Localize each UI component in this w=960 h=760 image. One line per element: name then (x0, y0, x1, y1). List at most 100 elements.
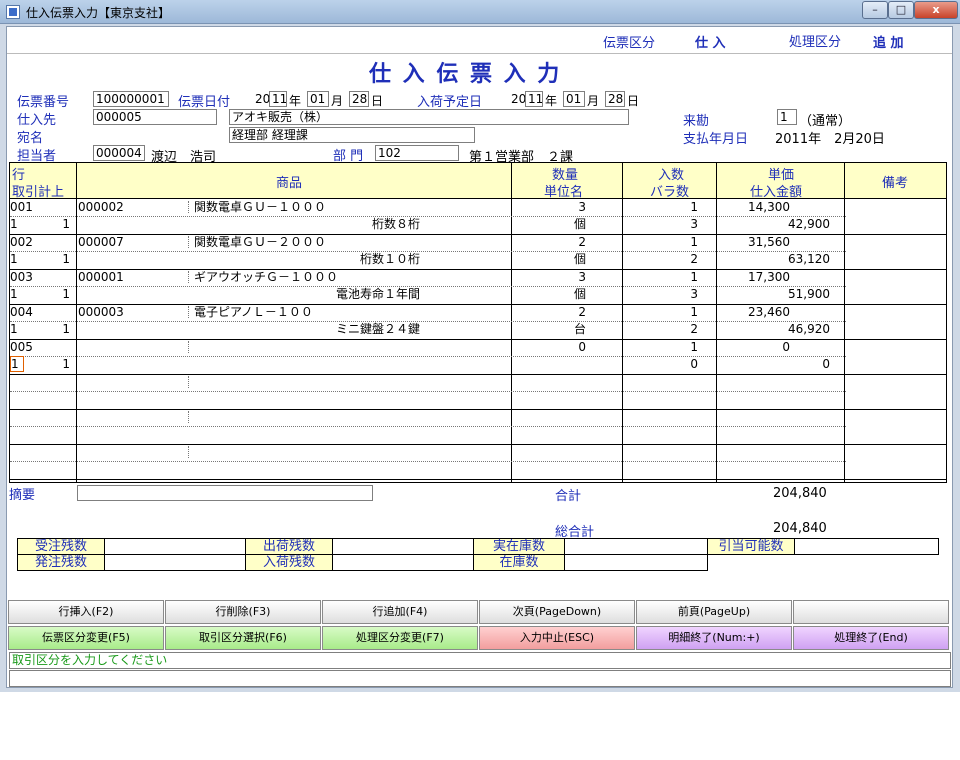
grid-quantity[interactable]: 2 (514, 304, 586, 320)
ship-remaining-value (332, 538, 474, 555)
grid-unit-price[interactable]: 14,300 (718, 199, 790, 215)
grid-item-name[interactable]: 関数電卓ＧＵ－１０００ (194, 199, 508, 215)
grid-row-divider (10, 479, 946, 480)
grid-purchase-amount[interactable]: 51,900 (718, 286, 830, 302)
grid-item-code[interactable]: 000001 (78, 269, 178, 285)
grid-loose-qty[interactable]: 2 (624, 321, 698, 337)
grid-quantity[interactable]: 0 (514, 339, 586, 355)
grid-item-code[interactable]: 000003 (78, 304, 178, 320)
grid-unit-name[interactable]: 個 (514, 286, 586, 302)
grid-pack-qty[interactable]: 1 (624, 234, 698, 250)
grid-unit-price[interactable]: 31,560 (718, 234, 790, 250)
grid-item-code[interactable]: 000002 (78, 199, 178, 215)
dept-code-field[interactable]: 102 (375, 145, 459, 161)
arrival-month-field[interactable]: 01 (563, 91, 585, 107)
end-process-button[interactable]: 処理終了(End) (793, 626, 949, 650)
grid-code-divider (188, 236, 189, 248)
grid-item-code[interactable]: 000007 (78, 234, 178, 250)
grid-transaction-code[interactable]: 1 (10, 286, 30, 302)
grid-purchase-amount[interactable]: 63,120 (718, 251, 830, 267)
grid-purchase-amount[interactable]: 0 (718, 356, 830, 372)
slip-date-year-field[interactable]: 11 (269, 91, 287, 107)
grid-loose-qty[interactable]: 0 (624, 356, 698, 372)
grid-header (10, 163, 946, 199)
grid-item-spec[interactable]: 桁数１０桁 (194, 251, 420, 267)
grid-pack-qty[interactable]: 1 (624, 304, 698, 320)
grid-loose-qty[interactable]: 3 (624, 286, 698, 302)
grid-posting-code[interactable]: 1 (50, 321, 70, 337)
grid-unit-name[interactable]: 個 (514, 216, 586, 232)
grid-transaction-code[interactable]: 1 (10, 251, 30, 267)
close-button[interactable]: x (914, 1, 958, 19)
grid-item-spec[interactable]: ミニ鍵盤２４鍵 (194, 321, 420, 337)
grid-unit-price[interactable]: 0 (718, 339, 790, 355)
grid-transaction-code[interactable]: 1 (10, 216, 30, 232)
grid-line-number[interactable]: 001 (10, 199, 70, 215)
maximize-button[interactable]: □ (888, 1, 914, 19)
grid-transaction-code[interactable]: 1 (10, 321, 30, 337)
supplier-code-field[interactable]: 000005 (93, 109, 217, 125)
grid-line-number[interactable]: 002 (10, 234, 70, 250)
grid-quantity[interactable]: 3 (514, 199, 586, 215)
actual-stock-label: 実在庫数 (473, 538, 565, 555)
memo-field[interactable] (77, 485, 373, 501)
col-item-header: 商品 (276, 176, 303, 191)
grid-line-number[interactable]: 005 (10, 339, 70, 355)
slip-date-month-field[interactable]: 01 (307, 91, 329, 107)
delete-row-button[interactable]: 行削除(F3) (165, 600, 321, 624)
grid-transaction-code[interactable]: 1 (10, 356, 24, 372)
prev-page-button[interactable]: 前頁(PageUp) (636, 600, 792, 624)
grid-posting-code[interactable]: 1 (50, 286, 70, 302)
stock-value (564, 554, 708, 571)
grid-subrow-divider (10, 391, 846, 392)
grid-pack-qty[interactable]: 1 (624, 199, 698, 215)
grid-line-number[interactable]: 003 (10, 269, 70, 285)
grid-posting-code[interactable]: 1 (50, 356, 70, 372)
slip-no-field[interactable]: 100000001 (93, 91, 169, 107)
grid-item-name[interactable]: 電子ピアノＬ－１００ (194, 304, 508, 320)
grid-posting-code[interactable]: 1 (50, 251, 70, 267)
grid-item-spec[interactable]: 電池寿命１年間 (194, 286, 420, 302)
attention-field[interactable]: 経理部 経理課 (229, 127, 475, 143)
grid-code-divider (188, 446, 189, 458)
grid-item-name[interactable]: ギアウオッチＧ－１０００ (194, 269, 508, 285)
change-process-type-button[interactable]: 処理区分変更(F7) (322, 626, 478, 650)
grid-code-divider (188, 271, 189, 283)
minimize-button[interactable]: – (862, 1, 888, 19)
insert-row-button[interactable]: 行挿入(F2) (8, 600, 164, 624)
grid-unit-price[interactable]: 17,300 (718, 269, 790, 285)
grid-purchase-amount[interactable]: 42,900 (718, 216, 830, 232)
add-row-button[interactable]: 行追加(F4) (322, 600, 478, 624)
grid-unit-price[interactable]: 23,460 (718, 304, 790, 320)
arrival-month-label: 月 (587, 94, 600, 108)
cancel-input-button[interactable]: 入力中止(ESC) (479, 626, 635, 650)
grid-pack-qty[interactable]: 1 (624, 339, 698, 355)
arrival-year-field[interactable]: 11 (525, 91, 543, 107)
grid-loose-qty[interactable]: 2 (624, 251, 698, 267)
visit-code-field[interactable]: 1 (777, 109, 797, 125)
grid-item-name[interactable]: 関数電卓ＧＵ－２０００ (194, 234, 508, 250)
supplier-name-field[interactable]: アオキ販売（株） (229, 109, 629, 125)
grid-quantity[interactable]: 3 (514, 269, 586, 285)
grid-loose-qty[interactable]: 3 (624, 216, 698, 232)
rep-code-field[interactable]: 000004 (93, 145, 145, 161)
grid-purchase-amount[interactable]: 46,920 (718, 321, 830, 337)
grid-posting-code[interactable]: 1 (50, 216, 70, 232)
end-detail-button[interactable]: 明細終了(Num:+) (636, 626, 792, 650)
grid-row-divider (10, 374, 946, 375)
grid-line-number[interactable]: 004 (10, 304, 70, 320)
title-bar[interactable]: 仕入伝票入力【東京支社】 – □ x (0, 0, 960, 24)
blank-function-button[interactable] (793, 600, 949, 624)
grid-row-divider (10, 339, 946, 340)
grid-pack-qty[interactable]: 1 (624, 269, 698, 285)
grid-quantity[interactable]: 2 (514, 234, 586, 250)
slip-date-day-field[interactable]: 28 (349, 91, 369, 107)
next-page-button[interactable]: 次頁(PageDown) (479, 600, 635, 624)
select-transaction-type-button[interactable]: 取引区分選択(F6) (165, 626, 321, 650)
attention-label: 宛名 (17, 131, 44, 146)
grid-unit-name[interactable]: 個 (514, 251, 586, 267)
change-slip-type-button[interactable]: 伝票区分変更(F5) (8, 626, 164, 650)
grid-unit-name[interactable]: 台 (514, 321, 586, 337)
grid-item-spec[interactable]: 桁数８桁 (194, 216, 420, 232)
arrival-day-field[interactable]: 28 (605, 91, 625, 107)
